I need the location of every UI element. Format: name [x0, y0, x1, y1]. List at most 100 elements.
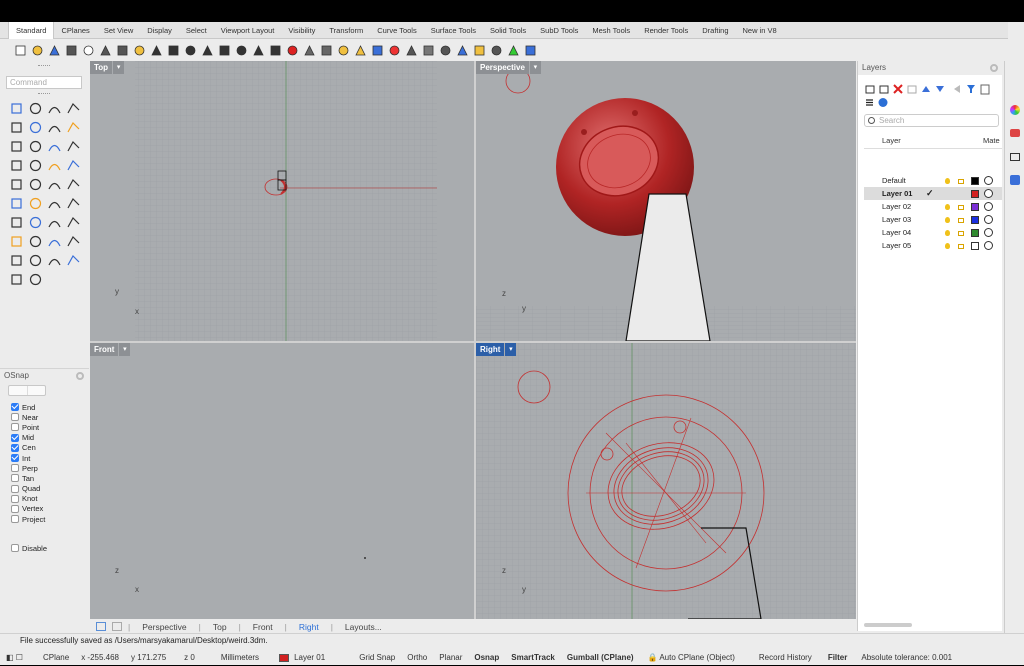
layer-row[interactable]: Layer 03	[864, 213, 1002, 226]
layer-color-swatch[interactable]	[971, 215, 979, 224]
single-layout-icon[interactable]	[112, 622, 122, 631]
viewport-tab-right[interactable]: Right	[287, 622, 331, 632]
hide-icon[interactable]	[318, 43, 334, 59]
current-layer[interactable]: Layer 01	[265, 653, 331, 662]
print-icon[interactable]	[63, 43, 79, 59]
viewport-tab-front[interactable]: Front	[241, 622, 285, 632]
chevron-down-icon[interactable]: ▾	[113, 61, 125, 74]
units[interactable]: Millimeters	[201, 653, 265, 662]
viewport-front[interactable]: Front ▾ z x	[90, 343, 474, 619]
toggle-osnap[interactable]: Osnap	[468, 653, 505, 662]
fillet-edge-tool-icon[interactable]	[64, 194, 83, 213]
freeform-tool-icon[interactable]	[26, 137, 45, 156]
zoom-all-icon[interactable]	[233, 43, 249, 59]
tab-select[interactable]: Select	[179, 22, 214, 39]
tab-surface-tools[interactable]: Surface Tools	[424, 22, 483, 39]
layer-name[interactable]: Layer 03	[882, 215, 911, 224]
layout-toggle-icon[interactable]: ◧ ☐	[0, 653, 29, 662]
tab-set-view[interactable]: Set View	[97, 22, 140, 39]
zoom-window-icon[interactable]	[182, 43, 198, 59]
viewport-title-right[interactable]: Right	[476, 343, 505, 356]
point-tool-icon[interactable]	[26, 99, 45, 118]
tab-subd-tools[interactable]: SubD Tools	[533, 22, 585, 39]
lightbulb-icon[interactable]	[945, 242, 950, 249]
ellipse-tool-icon[interactable]	[45, 118, 64, 137]
checkbox[interactable]	[11, 464, 19, 473]
layer-search-input[interactable]: Search	[864, 114, 999, 127]
tab-curve-tools[interactable]: Curve Tools	[370, 22, 423, 39]
viewport-top[interactable]: Top ▾ y x	[90, 61, 474, 341]
layer-row[interactable]: Default	[864, 174, 1002, 187]
osnap-point[interactable]: Point	[11, 422, 45, 432]
gear-icon[interactable]	[76, 372, 84, 380]
lock-icon[interactable]	[958, 205, 964, 210]
ghosted-icon[interactable]	[420, 43, 436, 59]
grid-icon[interactable]	[267, 43, 283, 59]
lightbulb-icon[interactable]	[945, 177, 950, 184]
lock-icon[interactable]	[958, 179, 964, 184]
copy-icon[interactable]	[114, 43, 130, 59]
checkbox[interactable]	[11, 484, 19, 493]
checkbox[interactable]	[11, 423, 19, 432]
toggle-ortho[interactable]: Ortho	[401, 653, 433, 662]
pan-icon[interactable]	[165, 43, 181, 59]
split-tool-icon[interactable]	[64, 175, 83, 194]
layer-color-swatch[interactable]	[971, 202, 979, 211]
snap-icon[interactable]	[488, 43, 504, 59]
layer-name[interactable]: Layer 05	[882, 241, 911, 250]
tab-viewport-layout[interactable]: Viewport Layout	[214, 22, 282, 39]
gear-icon[interactable]	[990, 64, 998, 72]
viewport-perspective[interactable]: Perspective ▾ z y	[476, 61, 856, 341]
viewport-tab-perspective[interactable]: Perspective	[130, 622, 198, 632]
transform-tool-icon[interactable]	[7, 213, 26, 232]
display-icon[interactable]	[1010, 153, 1020, 161]
osnap-disable[interactable]: Disable	[11, 543, 47, 553]
tab-display[interactable]: Display	[140, 22, 179, 39]
text-tool-icon[interactable]	[64, 232, 83, 251]
check-tool-icon[interactable]	[45, 251, 64, 270]
lock-icon[interactable]	[335, 43, 351, 59]
rotate-view-icon[interactable]	[250, 43, 266, 59]
osnap-end[interactable]: End	[11, 402, 45, 412]
tab-visibility[interactable]: Visibility	[281, 22, 322, 39]
checkbox[interactable]	[11, 403, 19, 412]
blend-tool-icon[interactable]	[45, 194, 64, 213]
chevron-down-icon[interactable]: ▾	[529, 61, 541, 74]
filter-toggle[interactable]: Filter	[818, 653, 854, 662]
dimension-tool-icon[interactable]	[7, 251, 26, 270]
toggle-gumball-cplane-[interactable]: Gumball (CPlane)	[561, 653, 640, 662]
extrude-tool-icon[interactable]	[45, 156, 64, 175]
lock-icon[interactable]	[958, 231, 964, 236]
osnap-mid[interactable]: Mid	[11, 433, 45, 443]
layers-icon[interactable]	[369, 43, 385, 59]
layer-color-swatch[interactable]	[971, 176, 979, 185]
lightbulb-icon[interactable]	[945, 229, 950, 236]
osnap-int[interactable]: Int	[11, 453, 45, 463]
osnap-mode-icon[interactable]	[9, 386, 28, 395]
layer-row[interactable]: Layer 04	[864, 226, 1002, 239]
tab-new-in-v8[interactable]: New in V8	[736, 22, 784, 39]
car-render-icon[interactable]	[284, 43, 300, 59]
options-icon[interactable]	[505, 43, 521, 59]
tab-solid-tools[interactable]: Solid Tools	[483, 22, 533, 39]
zoom-selected-icon[interactable]	[216, 43, 232, 59]
import-icon[interactable]	[80, 43, 96, 59]
viewport-right[interactable]: Right ▾ z y	[476, 343, 856, 619]
auto-cplane[interactable]: 🔒 Auto CPlane (Object)	[640, 653, 741, 662]
scrollbar[interactable]	[864, 623, 912, 627]
arc-tool-icon[interactable]	[26, 118, 45, 137]
tab-drafting[interactable]: Drafting	[695, 22, 735, 39]
osnap-perp[interactable]: Perp	[11, 463, 45, 473]
osnap-toolbar[interactable]	[8, 385, 46, 396]
checkbox[interactable]	[11, 443, 19, 452]
viewport-title-front[interactable]: Front	[90, 343, 119, 356]
polygon-tool-icon[interactable]	[7, 137, 26, 156]
analyze-tool-icon[interactable]	[64, 251, 83, 270]
array-tool-icon[interactable]	[26, 232, 45, 251]
tab-mesh-tools[interactable]: Mesh Tools	[585, 22, 637, 39]
layer-color-swatch[interactable]	[971, 189, 979, 198]
offset-tool-icon[interactable]	[64, 137, 83, 156]
box-tool-icon[interactable]	[7, 156, 26, 175]
toggle-smarttrack[interactable]: SmartTrack	[505, 653, 561, 662]
light-tool-icon[interactable]	[26, 270, 45, 289]
